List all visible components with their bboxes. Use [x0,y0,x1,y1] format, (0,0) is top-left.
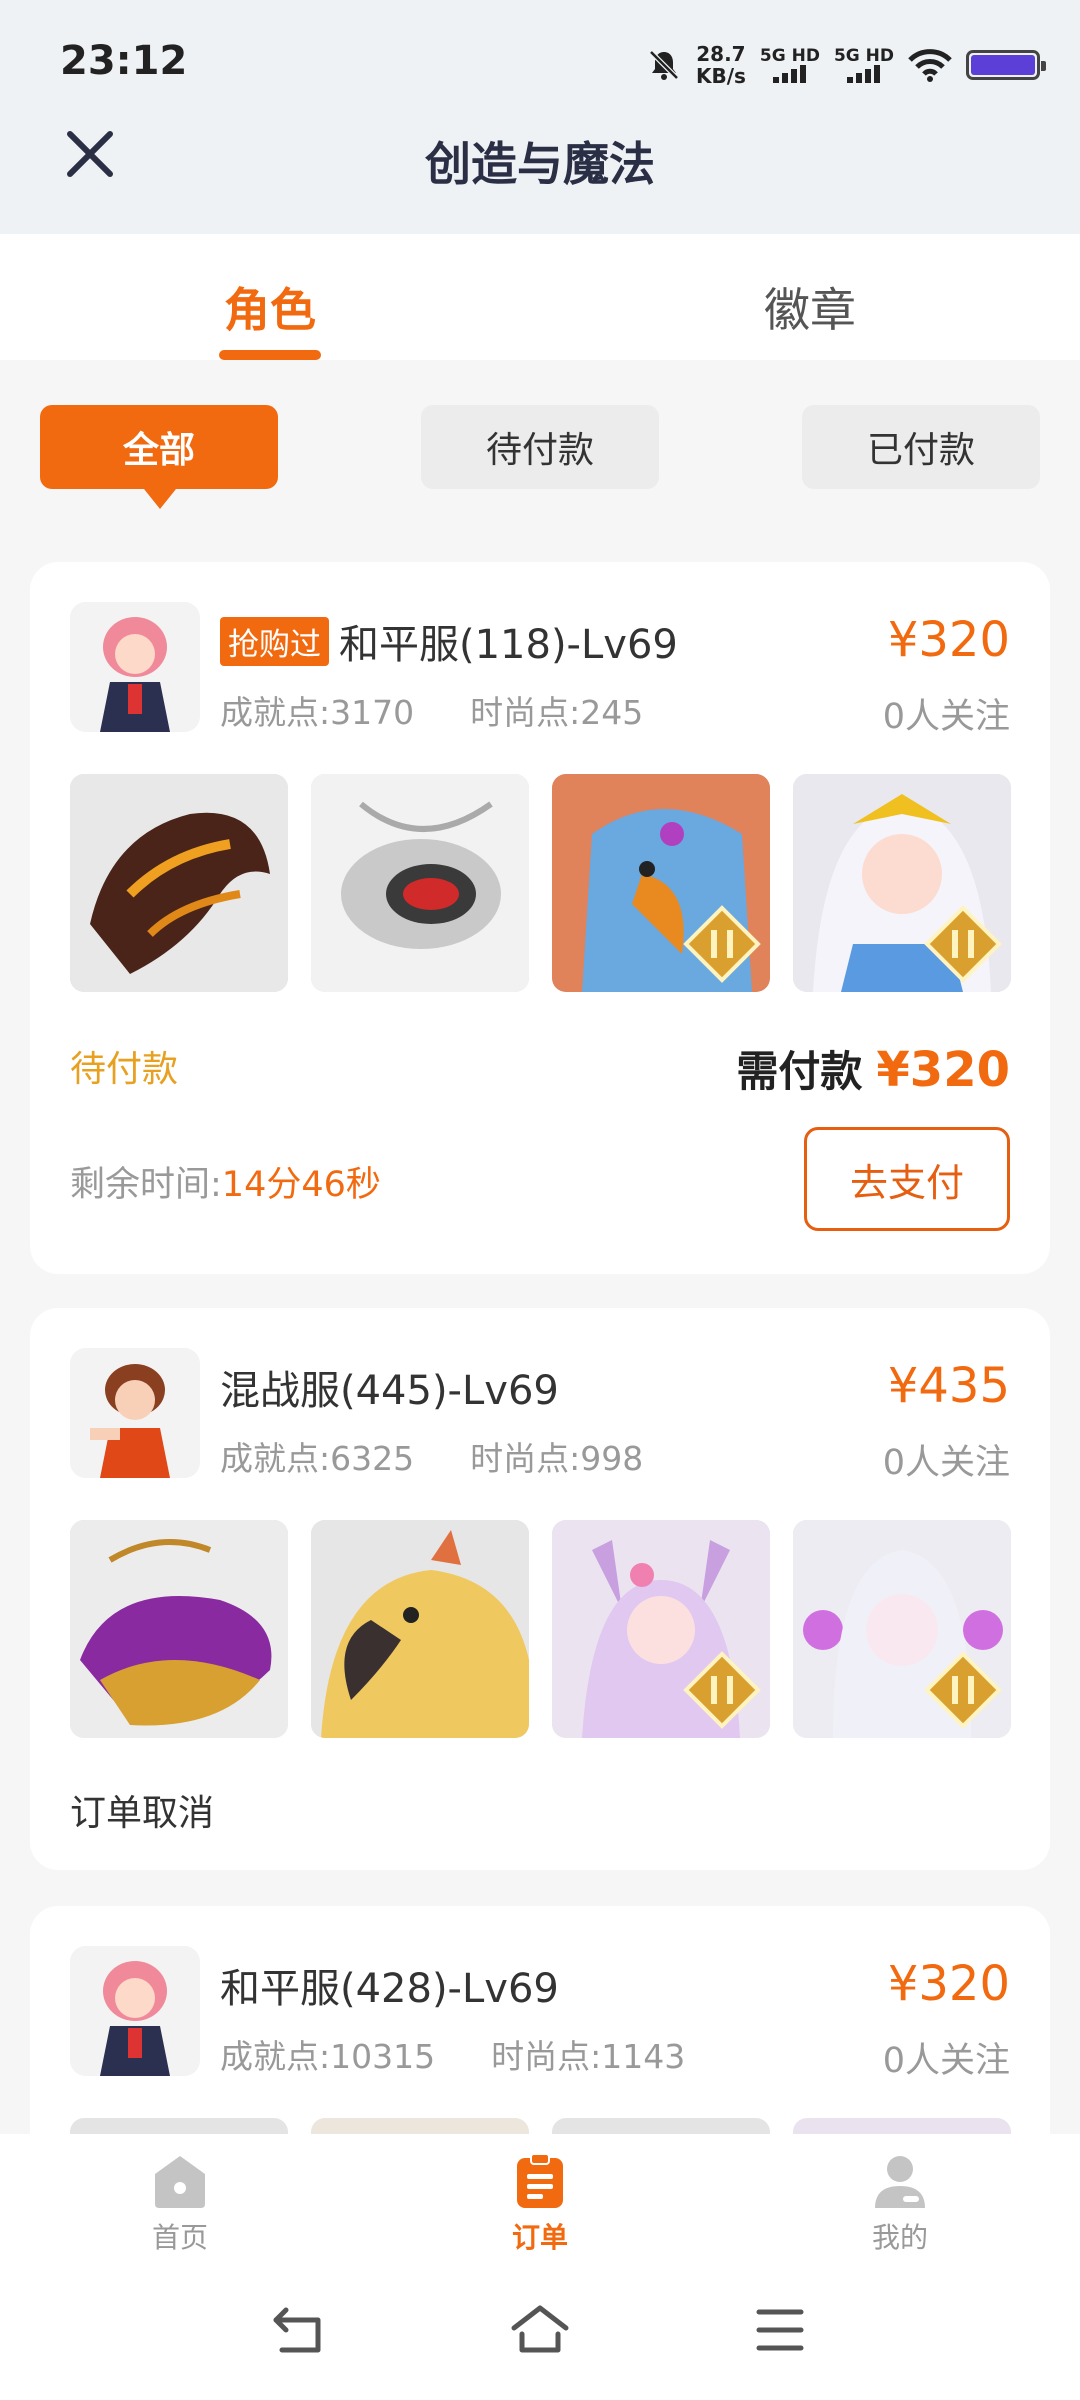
order-price: ¥320 [887,612,1010,668]
sim2-signal-icon: 5G HD [834,47,894,83]
white-doll-character-thumb[interactable] [793,1520,1011,1738]
order-icon [517,2153,563,2208]
server-name: 和平服(428)-Lv69 [220,1966,559,2012]
page-title: 创造与魔法 [425,137,655,191]
order-title: 抢购过 和平服(118)-Lv69 [220,612,678,670]
nav-home[interactable]: 首页 [100,2152,260,2256]
achievement-points: 成就点:10315 [220,2037,436,2076]
amount-due: 需付款 ¥320 [736,1042,1010,1098]
remaining-time-value: 14分46秒 [221,1165,381,1205]
server-name: 和平服(118)-Lv69 [339,622,678,668]
back-icon[interactable] [272,2304,328,2356]
status-icons: 28.7 KB/s 5G HD 5G HD [646,40,1046,90]
pink-fox-character-thumb[interactable] [552,1520,770,1738]
yellow-parrot-pet-thumb[interactable] [311,1520,529,1738]
order-stats: 成就点:3170 时尚点:245 [220,686,643,734]
sim1-signal-icon: 5G HD [760,47,820,83]
order-status: 订单取消 [70,1793,215,1834]
rank-badge-icon [683,905,761,983]
follower-count: 0人关注 [882,1443,1010,1483]
tab-badge[interactable]: 徽章 [660,274,960,340]
status-time: 23:12 [60,38,188,84]
bottom-nav: 首页 订单 我的 [0,2134,1080,2262]
home-nav-icon[interactable] [510,2304,570,2356]
follower-count: 0人关注 [882,697,1010,737]
rank-badge-icon [683,1651,761,1729]
tab-indicator [219,350,321,360]
filter-pending[interactable]: 待付款 [421,405,659,489]
blue-eagle-pet-thumb[interactable] [552,774,770,992]
remaining-time: 剩余时间:14分46秒 [70,1165,381,1205]
item-thumbnails [70,1520,1011,1738]
mute-bell-icon [649,50,679,80]
flash-sale-badge: 抢购过 [220,616,329,666]
order-price: ¥320 [887,1956,1010,2012]
filter-all[interactable]: 全部 [40,405,278,509]
tab-bar: 角色 徽章 [0,234,1080,360]
order-title: 和平服(428)-Lv69 [220,1956,559,2014]
tab-role[interactable]: 角色 [120,274,420,340]
dark-dragon-mount-thumb[interactable] [70,774,288,992]
top-bar: 23:12 28.7 KB/s 5G HD 5G HD 创造与魔法 [0,0,1080,234]
order-stats: 成就点:10315 时尚点:1143 [220,2030,685,2078]
menu-icon[interactable] [756,2304,804,2356]
order-card[interactable]: 抢购过 和平服(118)-Lv69 成就点:3170 时尚点:245 ¥320 0人… [30,562,1050,1274]
white-hair-character-thumb[interactable] [793,774,1011,992]
order-card[interactable]: 和平服(428)-Lv69 成就点:10315 时尚点:1143 ¥320 0人关… [30,1906,1050,2336]
pay-button[interactable]: 去支付 [804,1127,1010,1231]
order-price: ¥435 [887,1358,1010,1414]
silver-beetle-mount-thumb[interactable] [311,774,529,992]
wifi-icon [908,49,952,82]
net-speed: 28.7 KB/s [695,42,746,88]
order-title: 混战服(445)-Lv69 [220,1358,559,1416]
character-avatar [70,602,200,732]
purple-whale-mount-thumb[interactable] [70,1520,288,1738]
rank-badge-icon [924,1651,1002,1729]
filter-paid[interactable]: 已付款 [802,405,1040,489]
battery-icon [966,50,1046,80]
nav-orders[interactable]: 订单 [460,2152,620,2256]
follower-count: 0人关注 [882,2041,1010,2081]
order-status: 待付款 [70,1049,179,1090]
server-name: 混战服(445)-Lv69 [220,1368,559,1414]
status-bar: 23:12 28.7 KB/s 5G HD 5G HD [0,0,1080,130]
fashion-points: 时尚点:1143 [491,2037,686,2076]
rank-badge-icon [924,905,1002,983]
nav-profile[interactable]: 我的 [820,2152,980,2256]
achievement-points: 成就点:3170 [220,693,415,732]
item-thumbnails [70,774,1011,992]
order-card[interactable]: 混战服(445)-Lv69 成就点:6325 时尚点:998 ¥435 0人关注 … [30,1308,1050,1870]
order-stats: 成就点:6325 时尚点:998 [220,1432,643,1480]
character-avatar [70,1348,200,1478]
character-avatar [70,1946,200,2076]
fashion-points: 时尚点:998 [470,1439,644,1478]
home-icon [155,2156,205,2208]
fashion-points: 时尚点:245 [470,693,644,732]
amount-due-value: ¥320 [876,1042,1010,1098]
system-nav-bar [0,2262,1080,2400]
profile-icon [875,2156,925,2208]
achievement-points: 成就点:6325 [220,1439,415,1478]
